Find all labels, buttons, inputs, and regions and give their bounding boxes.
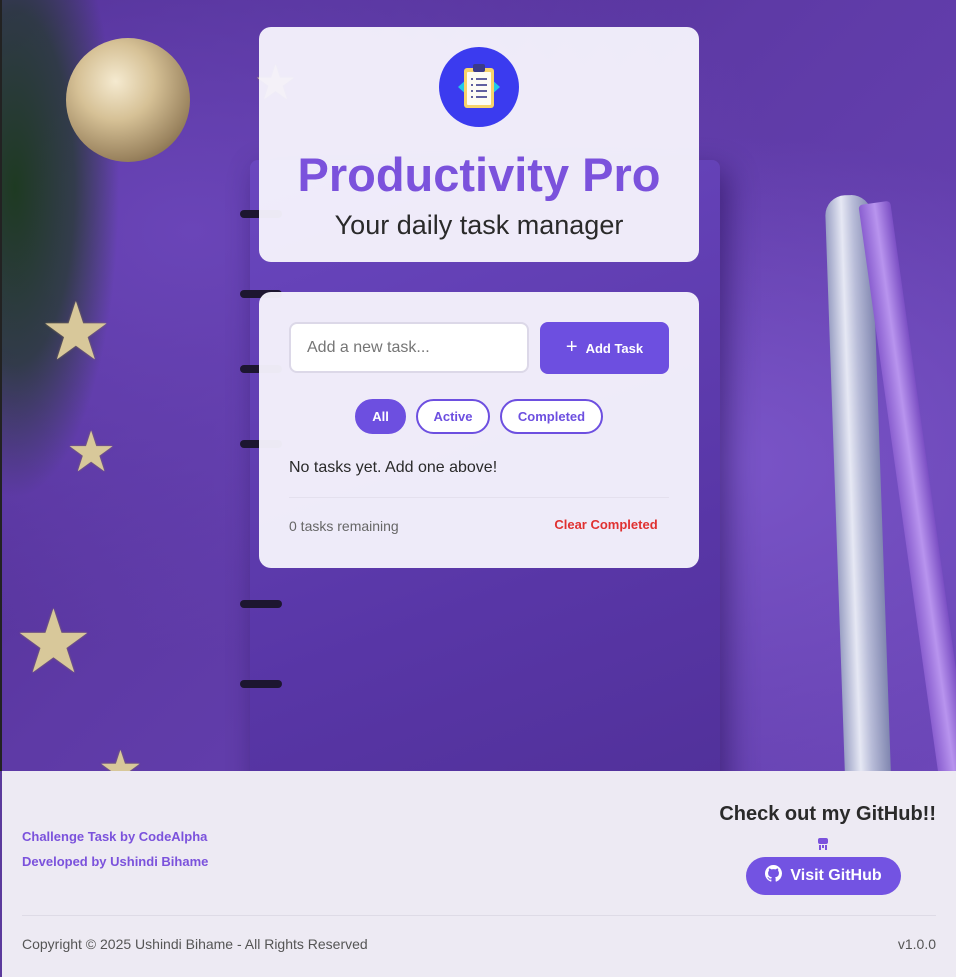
app-title: Productivity Pro <box>297 148 661 201</box>
star-decoration: ★ <box>98 740 143 771</box>
star-decoration: ★ <box>66 420 117 485</box>
star-decoration: ★ <box>40 285 112 378</box>
add-task-button[interactable]: + Add Task <box>540 322 669 374</box>
add-task-label: Add Task <box>585 340 644 356</box>
github-heading: Check out my GitHub!! <box>719 803 936 825</box>
filter-completed-button[interactable]: Completed <box>500 399 603 434</box>
new-task-input[interactable] <box>289 322 529 373</box>
footer-divider <box>22 915 936 916</box>
copyright: Copyright © 2025 Ushindi Bihame - All Ri… <box>22 936 368 952</box>
app-subtitle: Your daily task manager <box>334 210 624 240</box>
header-card: Productivity Pro Your daily task manager <box>259 27 699 262</box>
ornament-decoration <box>66 38 190 162</box>
credit-developer: Developed by Ushindi Bihame <box>22 854 209 869</box>
clear-completed-button[interactable]: Clear Completed <box>545 517 667 532</box>
visit-github-button[interactable]: Visit GitHub <box>746 857 901 895</box>
empty-task-message: No tasks yet. Add one above! <box>289 459 498 476</box>
visit-github-label: Visit GitHub <box>790 867 882 884</box>
credit-challenge: Challenge Task by CodeAlpha <box>22 829 208 844</box>
binder-ring <box>240 600 282 608</box>
github-icon <box>765 865 783 887</box>
filter-all-button[interactable]: All <box>355 399 406 434</box>
version-label: v1.0.0 <box>897 936 936 952</box>
star-decoration: ★ <box>14 590 93 693</box>
plus-icon: + <box>565 335 578 358</box>
clipboard-checklist-icon <box>439 47 519 127</box>
tasks-remaining: 0 tasks remaining <box>289 518 399 534</box>
left-edge <box>0 0 2 771</box>
task-card: + Add Task All Active Completed No tasks… <box>259 292 699 568</box>
filter-active-button[interactable]: Active <box>416 399 490 434</box>
footer: Challenge Task by CodeAlpha Developed by… <box>2 771 956 977</box>
divider <box>289 497 669 498</box>
binder-ring <box>240 680 282 688</box>
broken-image-icon <box>816 836 830 852</box>
